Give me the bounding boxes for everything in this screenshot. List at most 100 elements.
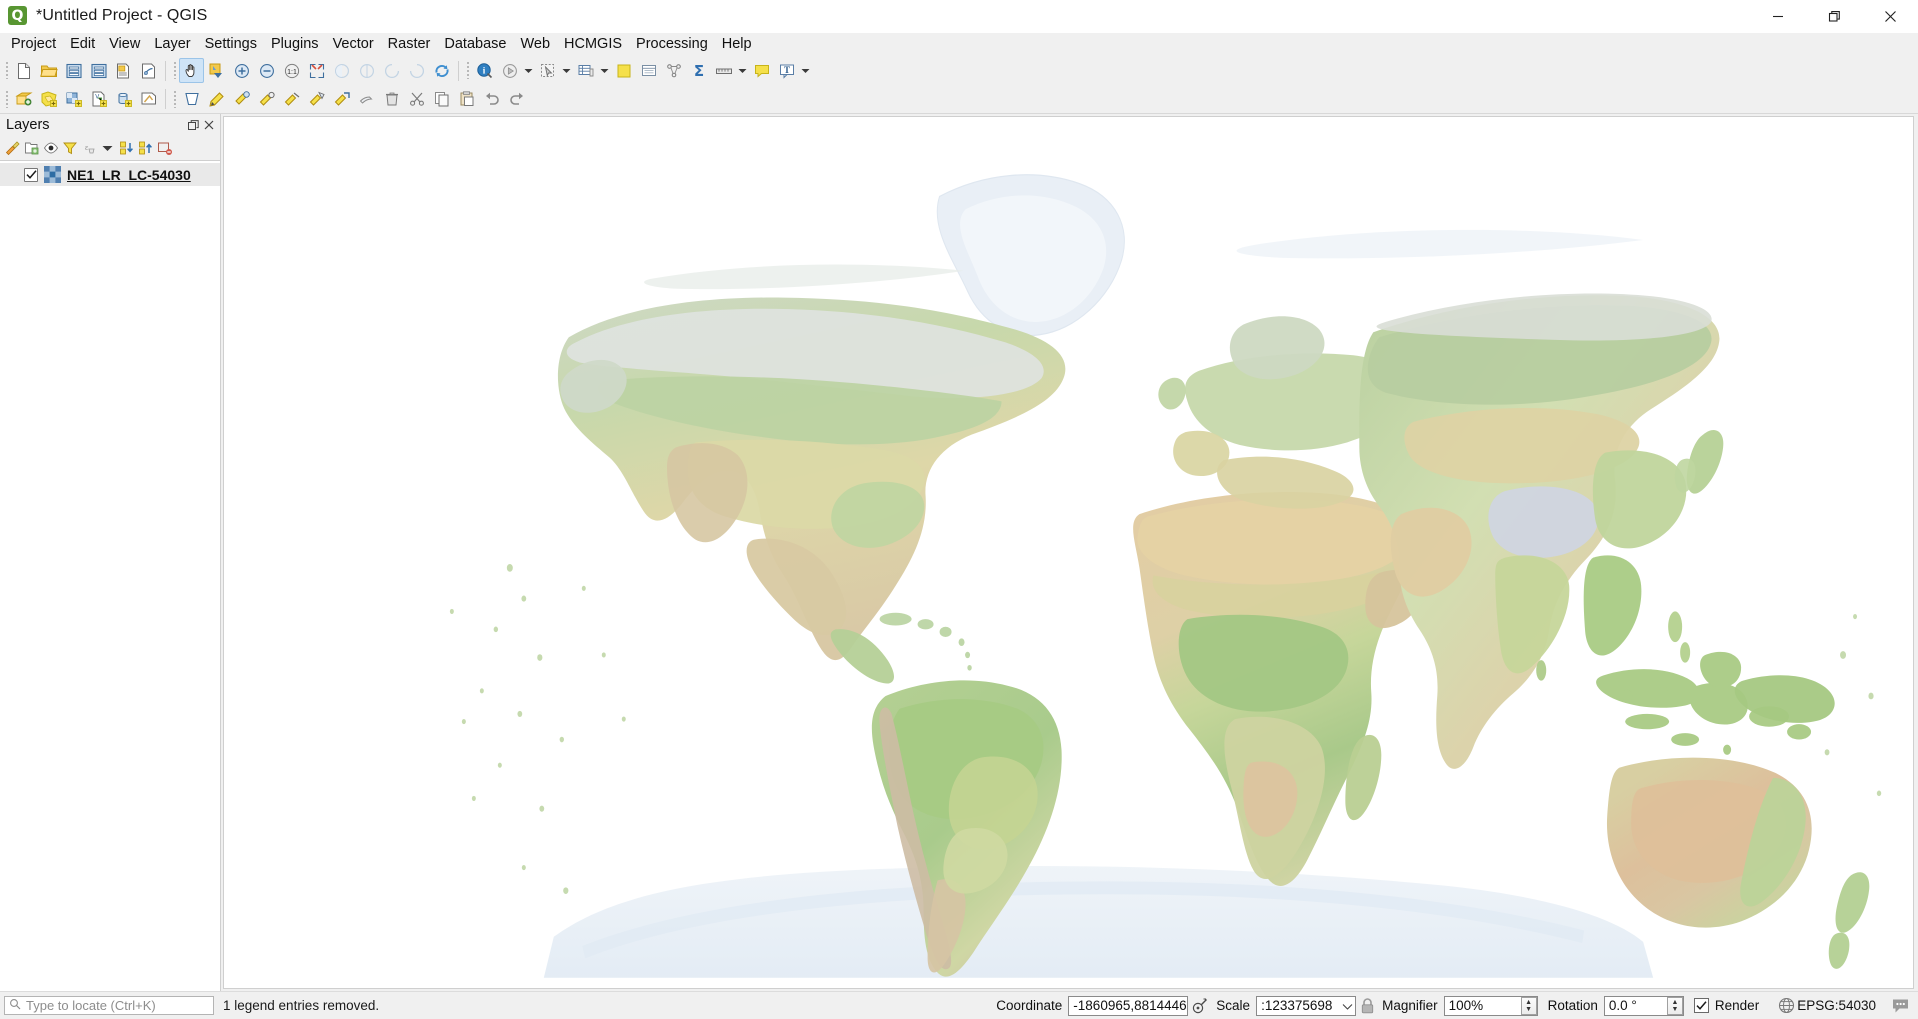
zoom-out-icon[interactable] (254, 58, 279, 83)
copy-features-icon[interactable] (429, 87, 454, 112)
expand-all-icon[interactable] (117, 139, 136, 158)
coordinate-field[interactable]: -1860965,8814446 (1068, 995, 1189, 1016)
toolbar-grip[interactable] (170, 88, 179, 110)
menu-edit[interactable]: Edit (63, 34, 102, 56)
modify-attributes-icon[interactable] (354, 87, 379, 112)
collapse-all-icon[interactable] (136, 139, 155, 158)
new-project-icon[interactable] (11, 58, 36, 83)
save-layer-edits-icon[interactable] (229, 87, 254, 112)
save-project-icon[interactable] (61, 58, 86, 83)
layer-row-ne1-lr-lc-54030[interactable]: NE1_LR_LC-54030 (0, 163, 220, 186)
delete-selected-icon[interactable] (379, 87, 404, 112)
minimize-button[interactable] (1750, 0, 1806, 33)
open-project-icon[interactable] (36, 58, 61, 83)
menu-layer[interactable]: Layer (147, 34, 197, 56)
select-by-expression-icon[interactable] (636, 58, 661, 83)
globe-icon[interactable] (1775, 996, 1797, 1016)
run-feature-action-icon[interactable] (497, 58, 522, 83)
redo-icon[interactable] (504, 87, 529, 112)
chevron-down-icon[interactable] (799, 58, 812, 83)
vertex-tool-icon[interactable] (329, 87, 354, 112)
menu-view[interactable]: View (102, 34, 147, 56)
menu-settings[interactable]: Settings (198, 34, 264, 56)
add-polygon-feature-icon[interactable] (304, 87, 329, 112)
zoom-native-icon[interactable]: 1:1 (279, 58, 304, 83)
save-project-as-icon[interactable] (86, 58, 111, 83)
chevron-down-icon[interactable] (736, 58, 749, 83)
render-checkbox[interactable] (1693, 998, 1709, 1013)
deselect-features-icon[interactable] (611, 58, 636, 83)
chevron-down-icon[interactable] (1342, 998, 1353, 1013)
remove-layer-icon[interactable] (155, 139, 174, 158)
add-raster-layer-icon[interactable] (61, 87, 86, 112)
menu-hcmgis[interactable]: HCMGIS (557, 34, 629, 56)
magnifier-stepper[interactable]: ▲ ▼ (1520, 996, 1537, 1015)
menu-processing[interactable]: Processing (629, 34, 715, 56)
toggle-editing-icon[interactable] (204, 87, 229, 112)
rotation-stepper[interactable]: ▲ ▼ (1666, 996, 1683, 1015)
filter-legend-icon[interactable] (60, 139, 79, 158)
pan-to-selection-icon[interactable] (204, 58, 229, 83)
layer-visibility-checkbox[interactable] (24, 167, 38, 182)
add-group-icon[interactable] (22, 139, 41, 158)
undo-icon[interactable] (479, 87, 504, 112)
chevron-down-icon[interactable] (598, 58, 611, 83)
add-vector-layer-icon[interactable] (36, 87, 61, 112)
menu-help[interactable]: Help (715, 34, 759, 56)
zoom-in-icon[interactable] (229, 58, 254, 83)
field-calculator-icon[interactable] (661, 58, 686, 83)
zoom-to-layer-icon[interactable] (354, 58, 379, 83)
select-features-icon[interactable] (535, 58, 560, 83)
menu-database[interactable]: Database (437, 34, 513, 56)
identify-features-icon[interactable]: i (472, 58, 497, 83)
map-canvas[interactable] (223, 116, 1914, 989)
pan-map-icon[interactable] (179, 58, 204, 83)
locator-search-box[interactable]: Type to locate (Ctrl+K) (4, 996, 214, 1015)
open-layer-styling-panel-icon[interactable] (3, 139, 22, 158)
menu-vector[interactable]: Vector (326, 34, 381, 56)
current-edits-icon[interactable] (179, 87, 204, 112)
toolbar-grip[interactable] (2, 60, 11, 82)
toolbar-grip[interactable] (170, 60, 179, 82)
menu-plugins[interactable]: Plugins (264, 34, 326, 56)
toggle-extents-icon[interactable] (1188, 996, 1212, 1016)
refresh-icon[interactable] (429, 58, 454, 83)
new-shapefile-layer-icon[interactable] (136, 87, 161, 112)
zoom-to-selection-icon[interactable] (329, 58, 354, 83)
statistical-summary-icon[interactable]: Σ (686, 58, 711, 83)
open-attribute-table-icon[interactable] (573, 58, 598, 83)
zoom-last-icon[interactable] (379, 58, 404, 83)
zoom-next-icon[interactable] (404, 58, 429, 83)
filter-legend-expression-icon[interactable]: ε (79, 139, 98, 158)
close-panel-button[interactable] (202, 118, 216, 132)
add-line-feature-icon[interactable] (279, 87, 304, 112)
show-layout-manager-icon[interactable] (136, 58, 161, 83)
chevron-down-icon[interactable] (522, 58, 535, 83)
new-print-layout-icon[interactable] (111, 58, 136, 83)
cut-features-icon[interactable] (404, 87, 429, 112)
crs-label[interactable]: EPSG:54030 (1797, 998, 1876, 1013)
manage-map-themes-icon[interactable] (41, 139, 60, 158)
add-postgis-layer-icon[interactable] (111, 87, 136, 112)
zoom-full-icon[interactable] (304, 58, 329, 83)
menu-web[interactable]: Web (513, 34, 557, 56)
scale-combobox[interactable]: :123375698 (1256, 995, 1357, 1016)
add-delimited-text-layer-icon[interactable]: V (86, 87, 111, 112)
lock-icon[interactable] (1356, 996, 1378, 1016)
menu-project[interactable]: Project (4, 34, 63, 56)
filter-legend-dropdown-icon[interactable] (98, 139, 117, 158)
paste-features-icon[interactable] (454, 87, 479, 112)
magnifier-spinbox[interactable]: 100% ▲ ▼ (1443, 995, 1538, 1016)
float-panel-button[interactable] (186, 118, 200, 132)
close-button[interactable] (1862, 0, 1918, 33)
toolbar-grip[interactable] (463, 60, 472, 82)
toolbar-grip[interactable] (2, 88, 11, 110)
messages-log-icon[interactable] (1888, 996, 1912, 1016)
maximize-button[interactable] (1806, 0, 1862, 33)
map-tips-icon[interactable] (749, 58, 774, 83)
menu-raster[interactable]: Raster (381, 34, 438, 56)
chevron-down-icon[interactable] (560, 58, 573, 83)
data-source-manager-icon[interactable] (11, 87, 36, 112)
measure-line-icon[interactable] (711, 58, 736, 83)
layers-tree[interactable]: NE1_LR_LC-54030 (0, 160, 220, 991)
